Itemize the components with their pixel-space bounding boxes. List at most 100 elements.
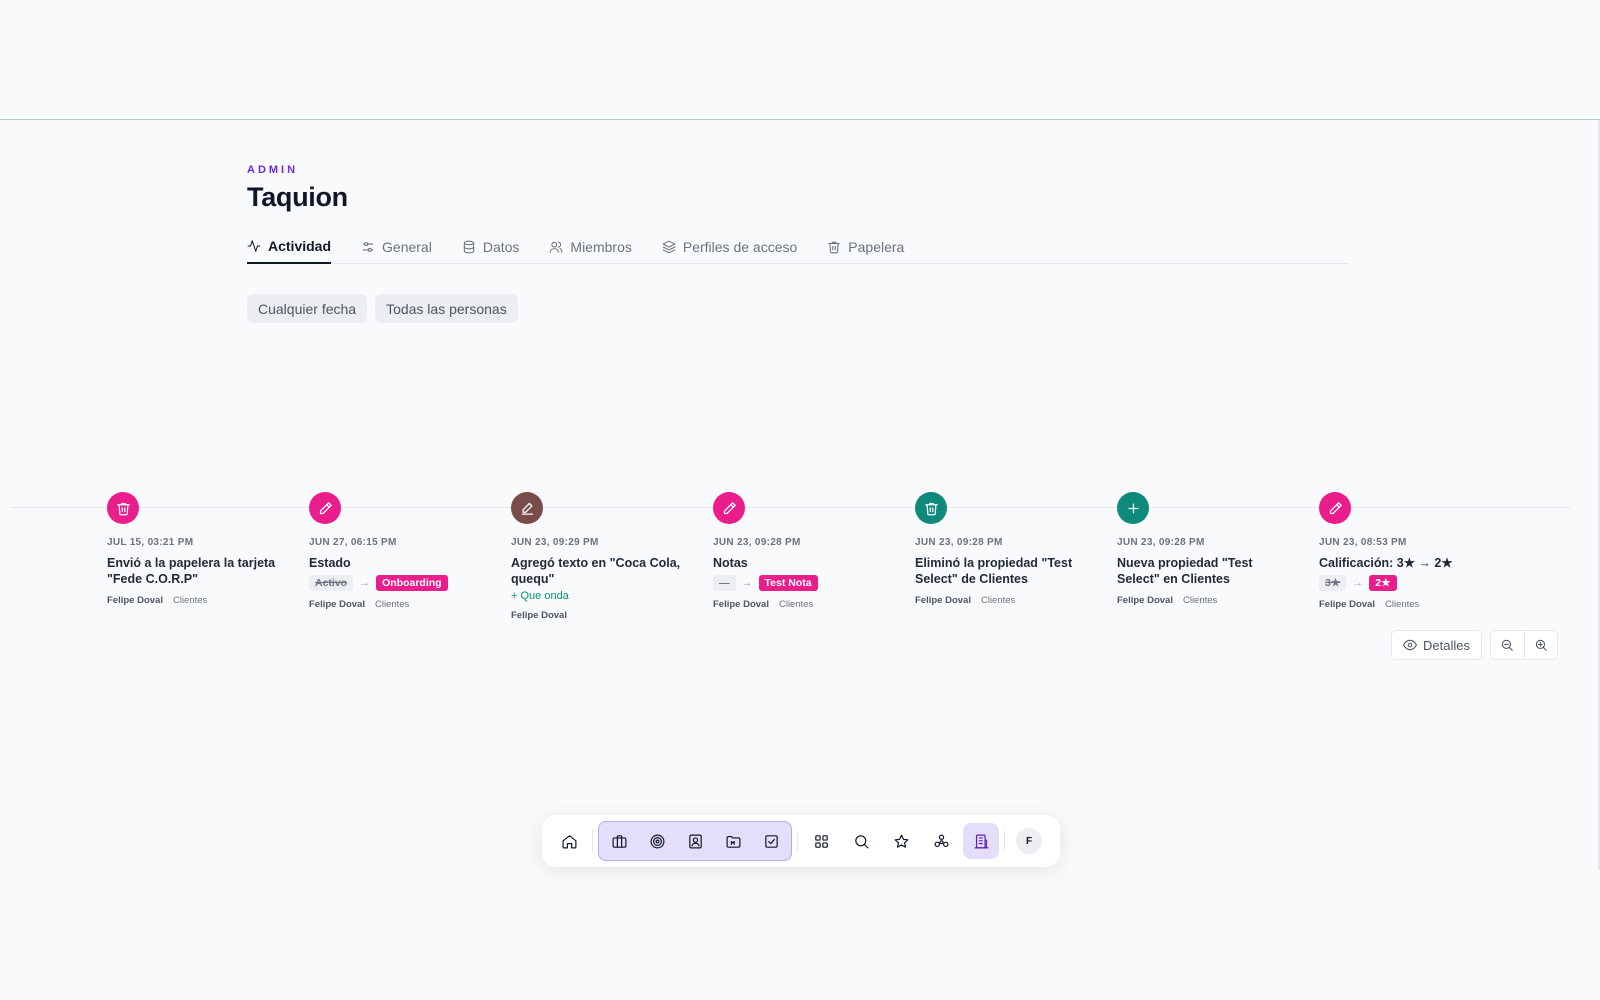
change-arrow: → (741, 577, 753, 589)
check-square-icon (764, 834, 778, 848)
dock-apps-button[interactable] (803, 823, 839, 859)
edit-text-icon (521, 502, 533, 515)
dock-separator (592, 830, 593, 852)
zoom-in-icon (1535, 639, 1547, 651)
user-avatar[interactable]: F (1016, 828, 1042, 854)
event-title: Agregó texto en "Coca Cola, quequ" (511, 556, 681, 586)
home-icon (562, 834, 576, 848)
dock-admin-button[interactable] (963, 823, 999, 859)
tab-perfiles-de-acceso[interactable]: Perfiles de acceso (662, 236, 797, 264)
event-marker (309, 492, 341, 524)
details-label: Detalles (1423, 637, 1470, 653)
pencil-icon (319, 501, 332, 514)
timeline-event[interactable]: JUL 15, 03:21 PM Envió a la papelera la … (107, 492, 287, 606)
dock-briefcase-button[interactable] (600, 823, 638, 859)
event-module: Clientes (1182, 595, 1218, 606)
dock-search-button[interactable] (843, 823, 879, 859)
event-marker (107, 492, 139, 524)
tab-miembros[interactable]: Miembros (549, 236, 632, 264)
trash-icon (924, 502, 938, 515)
dock-favorites-button[interactable] (883, 823, 919, 859)
event-date: JUN 23, 08:53 PM (1319, 537, 1407, 548)
zoom-in-button[interactable] (1523, 631, 1557, 659)
timeline-event[interactable]: JUN 23, 09:28 PM Eliminó la propiedad "T… (915, 492, 1095, 606)
dock-network-button[interactable] (923, 823, 959, 859)
timeline-event[interactable]: JUN 23, 08:53 PM Calificación: 3★ → 2★ 3… (1319, 492, 1499, 610)
dock-target-button[interactable] (638, 823, 676, 859)
trash-icon (828, 241, 841, 254)
event-meta: Felipe Doval Clientes (713, 599, 893, 610)
users-icon (550, 241, 563, 253)
event-title: Estado (309, 556, 351, 570)
event-user: Felipe Doval (107, 595, 163, 606)
event-meta: Felipe Doval Clientes (1117, 595, 1297, 606)
event-user: Felipe Doval (915, 595, 971, 606)
layers-icon (662, 240, 676, 254)
event-marker (915, 492, 947, 524)
tab-actividad[interactable]: Actividad (247, 236, 332, 264)
zoom-out-button[interactable] (1491, 631, 1524, 659)
dock-module-group (598, 821, 792, 861)
page-eyebrow: ADMIN (247, 164, 299, 176)
eye-icon (1403, 639, 1417, 651)
timeline-event[interactable]: JUN 27, 06:15 PM Estado Activo → Onboard… (309, 492, 489, 610)
event-marker (1319, 492, 1351, 524)
event-user: Felipe Doval (309, 599, 365, 610)
briefcase-icon (612, 834, 626, 848)
zoom-out-icon (1502, 639, 1514, 651)
database-icon (463, 240, 475, 254)
dock-contact-button[interactable] (676, 823, 714, 859)
activity-icon (247, 240, 261, 252)
dock-tasks-button[interactable] (752, 823, 790, 859)
tab-papelera[interactable]: Papelera (827, 236, 904, 264)
event-user: Felipe Doval (1117, 595, 1173, 606)
event-meta: Felipe Doval Clientes (107, 595, 287, 606)
event-meta: Felipe Doval (511, 610, 691, 621)
tab-datos[interactable]: Datos (462, 236, 519, 264)
plus-icon (1128, 503, 1138, 513)
contact-icon (688, 834, 702, 848)
event-date: JUN 23, 09:28 PM (1117, 537, 1205, 548)
details-button[interactable]: Detalles (1391, 630, 1482, 660)
timeline-event[interactable]: JUN 23, 09:28 PM Nueva propiedad "Test S… (1117, 492, 1297, 606)
sliders-icon (362, 242, 374, 252)
tab-label: Papelera (848, 239, 905, 255)
timeline-event[interactable]: JUN 23, 09:28 PM Notas — → Test Nota Fel… (713, 492, 893, 610)
event-meta: Felipe Doval Clientes (915, 595, 1095, 606)
date-filter-button[interactable]: Cualquier fecha (247, 294, 368, 323)
grid-icon (814, 834, 828, 848)
search-icon (854, 834, 868, 848)
pencil-icon (1329, 501, 1342, 514)
new-value: Test Nota (758, 575, 818, 591)
dock-folder-button[interactable] (714, 823, 752, 859)
event-date: JUN 23, 09:28 PM (713, 537, 801, 548)
pencil-icon (723, 501, 736, 514)
event-user: Felipe Doval (713, 599, 769, 610)
tab-label: General (382, 239, 432, 255)
event-change: Activo → Onboarding (309, 575, 489, 591)
event-marker (1117, 492, 1149, 524)
people-filter-button[interactable]: Todas las personas (375, 294, 518, 323)
old-value: — (713, 575, 736, 591)
trash-icon (116, 502, 130, 515)
event-change: — → Test Nota (713, 575, 893, 591)
new-value: Onboarding (376, 575, 448, 591)
event-date: JUN 27, 06:15 PM (309, 537, 397, 548)
event-module: Clientes (374, 599, 410, 610)
event-module: Clientes (172, 595, 208, 606)
tab-bar: Actividad General Datos Miembros Perfile… (247, 236, 1349, 264)
event-title: Envió a la papelera la tarjeta "Fede C.O… (107, 556, 276, 586)
tab-general[interactable]: General (361, 236, 432, 264)
event-date: JUN 23, 09:28 PM (915, 537, 1003, 548)
event-meta: Felipe Doval Clientes (1319, 599, 1499, 610)
dock-separator (1004, 830, 1005, 852)
event-user: Felipe Doval (1319, 599, 1375, 610)
dock-home-button[interactable] (551, 823, 587, 859)
event-date: JUL 15, 03:21 PM (107, 537, 194, 548)
timeline-event[interactable]: JUN 23, 09:29 PM Agregó texto en "Coca C… (511, 492, 691, 621)
tab-label: Perfiles de acceso (682, 239, 798, 255)
target-icon (650, 834, 664, 848)
network-icon (934, 834, 948, 847)
old-value: 3★ (1319, 575, 1347, 591)
event-date: JUN 23, 09:29 PM (511, 537, 599, 548)
